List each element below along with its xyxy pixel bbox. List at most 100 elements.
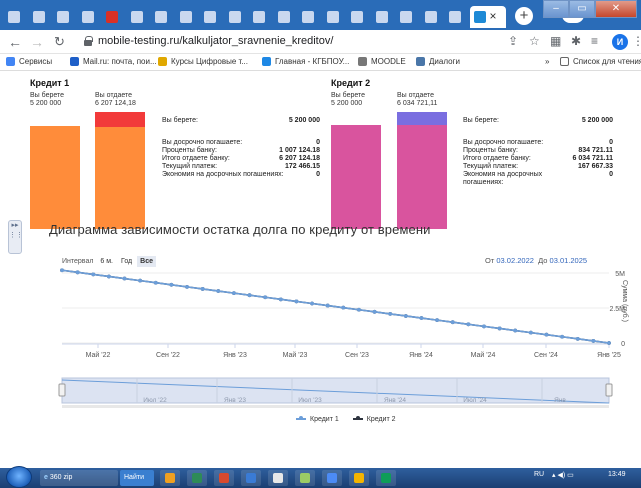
browser-tab[interactable]: × xyxy=(469,6,506,28)
taskbar-app[interactable] xyxy=(295,470,315,486)
series-point xyxy=(91,272,96,277)
new-tab-button[interactable]: + xyxy=(515,7,533,25)
credit-1-summary: Вы берете: 5 200 000 Вы досрочно погашает… xyxy=(162,117,320,178)
media-queue-icon[interactable]: ≡ xyxy=(591,34,598,48)
window-controls: – ▭ ✕ xyxy=(543,0,637,18)
browser-tab[interactable] xyxy=(53,6,73,28)
side-panel-handle[interactable]: ▸▸ ⋮⋮ xyxy=(8,220,23,254)
tab-close-icon[interactable]: × xyxy=(490,9,497,23)
bookmark-item[interactable]: Курсы Цифровые т... xyxy=(158,57,248,66)
browser-tab[interactable] xyxy=(396,6,416,28)
debt-balance-chart: 02.5M5MСумма (руб.)Май '22 Сен '22 Янв '23… xyxy=(58,268,629,408)
navigator-tick-label: Июл '23 xyxy=(298,397,322,404)
browser-tab[interactable] xyxy=(151,6,171,28)
apps-icon xyxy=(6,57,15,66)
reload-button[interactable]: ↻ xyxy=(54,34,65,50)
back-button[interactable]: ← xyxy=(8,34,22,50)
extension-grid-icon[interactable]: ▦ xyxy=(550,34,561,48)
bookmark-item[interactable]: Сервисы xyxy=(6,57,52,66)
browser-tab[interactable] xyxy=(249,6,269,28)
legend-item[interactable]: Кредит 2 xyxy=(349,416,396,423)
series-point xyxy=(278,297,283,302)
series-point xyxy=(544,332,549,337)
bookmark-item[interactable]: MOODLE xyxy=(358,57,406,66)
bookmark-star-icon[interactable]: ☆ xyxy=(529,34,540,48)
find-button[interactable]: Найти xyxy=(120,470,154,486)
tab-favicon-icon xyxy=(375,11,388,23)
series-point xyxy=(403,314,408,318)
credit-1-title: Кредит 1 xyxy=(30,78,70,88)
navigator-handle[interactable] xyxy=(58,383,66,397)
bookmark-item[interactable]: Диалоги xyxy=(416,57,460,66)
minimize-button[interactable]: – xyxy=(543,0,569,18)
tab-favicon-icon xyxy=(32,11,45,23)
taskbar-app[interactable] xyxy=(376,470,396,486)
series-point xyxy=(528,330,533,335)
series-point xyxy=(216,289,221,293)
browser-tab[interactable] xyxy=(176,6,196,28)
bookmark-item[interactable]: Mail.ru: почта, пои... xyxy=(70,57,157,66)
browser-tab[interactable] xyxy=(421,6,441,28)
window-close-button[interactable]: ✕ xyxy=(595,0,637,18)
taskbar-app[interactable] xyxy=(214,470,234,486)
taskbar-app[interactable] xyxy=(160,470,180,486)
browser-tab[interactable] xyxy=(372,6,392,28)
clock[interactable]: 13:49 xyxy=(608,471,626,478)
tray-icons[interactable]: ▴ ◀) ▭ xyxy=(552,471,574,479)
taskbar-app[interactable] xyxy=(241,470,261,486)
browser-tab[interactable] xyxy=(127,6,147,28)
navigator-scrollbar[interactable] xyxy=(62,405,609,408)
browser-tab[interactable] xyxy=(4,6,24,28)
taskbar-app[interactable] xyxy=(268,470,288,486)
legend-swatch-icon xyxy=(296,416,306,420)
credit-2-give-caption: Вы отдаете 6 034 721,11 xyxy=(397,92,438,107)
browser-tab[interactable] xyxy=(274,6,294,28)
taskbar-app[interactable] xyxy=(187,470,207,486)
start-button[interactable] xyxy=(6,466,32,488)
taskbar-app[interactable] xyxy=(322,470,342,486)
browser-tab[interactable] xyxy=(445,6,465,28)
tab-favicon-icon xyxy=(81,11,94,23)
taskbar-app-icon xyxy=(219,473,229,483)
share-icon[interactable]: ⇪ xyxy=(508,34,518,48)
series-point xyxy=(60,268,64,273)
series-point xyxy=(153,280,158,285)
reading-list-icon xyxy=(560,57,569,66)
bookmarks-bar: Сервисы Mail.ru: почта, пои... Курсы Цифро… xyxy=(0,54,641,71)
menu-dots-icon[interactable]: ⋮ xyxy=(632,34,641,48)
profile-avatar[interactable]: И xyxy=(612,34,628,50)
bookmark-item[interactable]: Главная - КГБПОУ... xyxy=(262,57,349,66)
reading-list-button[interactable]: Список для чтения xyxy=(560,57,641,66)
navigator-tick-label: Июл '24 xyxy=(463,397,487,404)
maximize-button[interactable]: ▭ xyxy=(569,0,595,18)
browser-tab[interactable] xyxy=(323,6,343,28)
browser-tab[interactable] xyxy=(347,6,367,28)
browser-tab[interactable] xyxy=(102,6,122,28)
browser-tab[interactable] xyxy=(225,6,245,28)
tab-favicon-icon xyxy=(228,11,241,23)
legend-item[interactable]: Кредит 1 xyxy=(292,416,339,423)
x-tick-label: Сен '22 xyxy=(156,352,180,359)
bookmark-label: Главная - КГБПОУ... xyxy=(275,57,350,66)
series-point xyxy=(341,305,346,310)
taskbar-app[interactable] xyxy=(349,470,369,486)
bookmarks-more-button[interactable]: » xyxy=(545,57,549,66)
x-tick-label: Май '24 xyxy=(471,351,496,359)
tab-favicon-icon xyxy=(204,11,216,23)
browser-tab[interactable] xyxy=(200,6,220,28)
url-text[interactable]: mobile-testing.ru/kalkuljator_sravnenie_… xyxy=(98,35,333,47)
bookmark-label: Mail.ru: почта, пои... xyxy=(83,57,157,66)
credit-1-take-caption: Вы берете 5 200 000 xyxy=(30,92,65,107)
lock-icon[interactable] xyxy=(84,36,93,46)
language-indicator[interactable]: RU xyxy=(534,471,544,478)
browser-tab[interactable] xyxy=(298,6,318,28)
navigator-handle[interactable] xyxy=(605,383,613,397)
series-point xyxy=(607,341,611,345)
browser-tab[interactable] xyxy=(78,6,98,28)
forward-button[interactable]: → xyxy=(30,34,44,50)
address-bar[interactable]: mobile-testing.ru/kalkuljator_sravnenie_… xyxy=(82,33,552,51)
extensions-puzzle-icon[interactable]: ✱ xyxy=(571,34,581,48)
browser-tab[interactable] xyxy=(29,6,49,28)
taskbar-search[interactable]: e 360 zip xyxy=(40,470,118,486)
x-tick-label: Май '23 xyxy=(283,351,308,359)
